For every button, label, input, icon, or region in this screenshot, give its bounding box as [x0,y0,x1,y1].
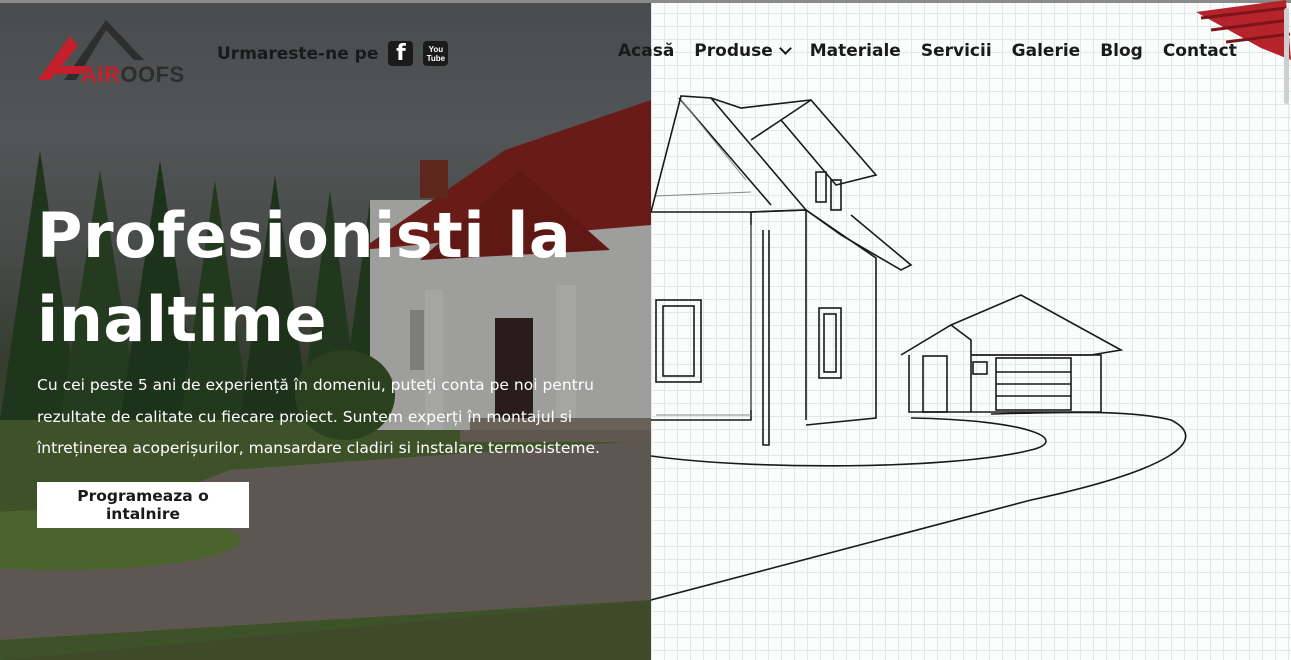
logo-text-air: AIR [81,62,121,87]
nav-item-materiale[interactable]: Materiale [810,41,901,61]
roof-tiles-decoration [1196,0,1291,60]
nav-label-contact: Contact [1162,41,1237,61]
nav-item-servicii[interactable]: Servicii [921,41,992,61]
nav-label-galerie: Galerie [1011,41,1081,61]
nav-label-blog: Blog [1100,41,1143,61]
nav-label-materiale: Materiale [809,41,901,61]
page-scrollbar[interactable] [1284,8,1289,104]
follow-label: Urmareste-ne pe [217,43,379,64]
nav-label-produse: Produse [694,41,773,61]
nav-item-acasa[interactable]: Acasă [618,41,674,61]
nav-item-blog[interactable]: Blog [1100,41,1143,61]
nav-label-servicii: Servicii [920,41,992,61]
nav-item-contact[interactable]: Contact [1163,41,1237,61]
schedule-meeting-button[interactable]: Programeaza o intalnire [37,482,249,528]
page-frame: AIROOFS Urmareste-ne pe f You Tube Acasă … [0,0,1291,660]
nav-item-produse[interactable]: Produse [694,41,792,61]
chevron-down-icon [778,42,792,55]
logo-wordmark: AIROOFS [81,62,185,88]
top-border-line [0,0,1291,3]
airoofs-logo[interactable]: AIROOFS [38,18,200,88]
social-follow: Urmareste-ne pe f You Tube [217,41,449,66]
nav-label-acasa: Acasă [618,41,675,61]
facebook-icon[interactable]: f [388,41,414,66]
hero-title: Profesionisti la inaltime [37,199,572,356]
hero-description: Cu cei peste 5 ani de experiență în dome… [37,376,600,457]
nav-item-galerie[interactable]: Galerie [1012,41,1081,61]
youtube-icon[interactable]: You Tube [423,41,449,66]
main-navigation: Acasă Produse Materiale Servicii Galerie… [618,41,1237,61]
logo-text-oofs: OOFS [120,62,185,87]
blueprint-house-drawing [651,0,1291,660]
